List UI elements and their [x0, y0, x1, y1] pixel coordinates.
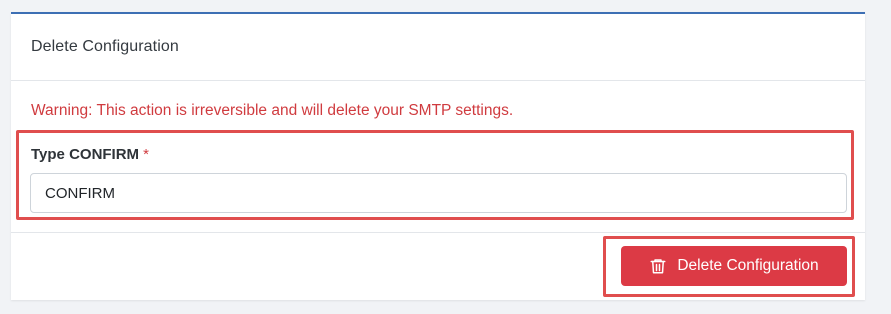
card-title: Delete Configuration: [31, 38, 179, 55]
confirm-field-label: Type CONFIRM *: [31, 146, 149, 163]
delete-configuration-card: Delete Configuration Warning: This actio…: [11, 12, 865, 300]
delete-button-label: Delete Configuration: [677, 257, 819, 274]
confirm-field-label-text: Type CONFIRM: [31, 146, 140, 163]
warning-message: Warning: This action is irreversible and…: [31, 102, 514, 119]
trash-icon: [649, 257, 667, 275]
required-marker: *: [143, 146, 149, 163]
card-header: Delete Configuration: [11, 14, 865, 81]
confirm-input[interactable]: [30, 173, 847, 213]
delete-configuration-button[interactable]: Delete Configuration: [621, 246, 847, 286]
